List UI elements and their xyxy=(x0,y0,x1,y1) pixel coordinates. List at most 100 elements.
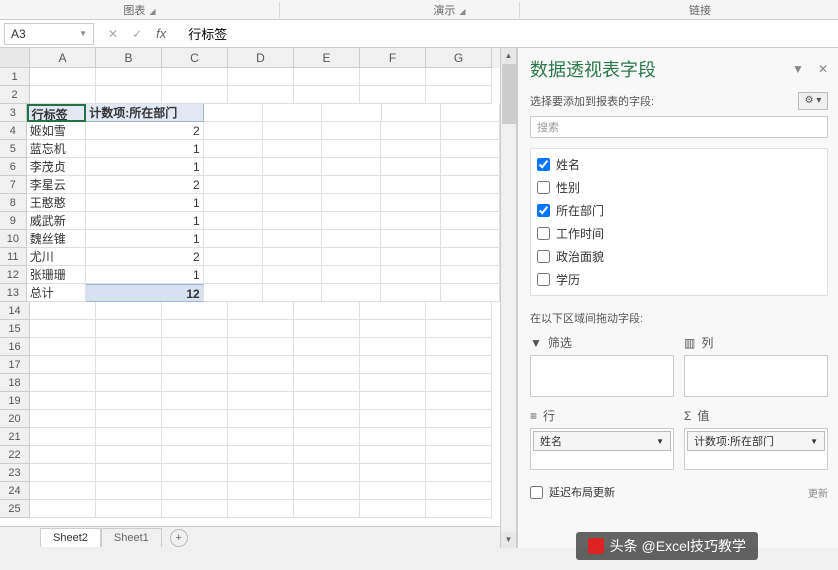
worksheet-grid[interactable]: A B C D E F G 123行标签▾计数项:所在部门4姬如雪25蓝忘机16… xyxy=(0,48,500,548)
cell[interactable] xyxy=(322,284,381,302)
cell[interactable] xyxy=(381,158,440,176)
cell[interactable] xyxy=(228,464,294,482)
field-item[interactable]: 姓名 xyxy=(535,153,823,176)
cell[interactable] xyxy=(360,482,426,500)
cell[interactable] xyxy=(381,230,440,248)
cell[interactable] xyxy=(96,338,162,356)
cell[interactable] xyxy=(294,338,360,356)
col-header-F[interactable]: F xyxy=(360,48,426,68)
cell[interactable] xyxy=(96,302,162,320)
name-box[interactable]: A3▼ xyxy=(4,23,94,45)
pivot-row-label[interactable]: 李茂贞 xyxy=(27,158,86,176)
col-header-E[interactable]: E xyxy=(294,48,360,68)
row-header[interactable]: 19 xyxy=(0,392,30,410)
pivot-total-value[interactable]: 12 xyxy=(86,284,204,302)
scroll-up-icon[interactable]: ▲ xyxy=(501,48,516,64)
cell[interactable] xyxy=(426,302,492,320)
cell[interactable] xyxy=(30,482,96,500)
cell[interactable] xyxy=(162,482,228,500)
cell[interactable] xyxy=(96,410,162,428)
row-header[interactable]: 20 xyxy=(0,410,30,428)
cell[interactable] xyxy=(294,392,360,410)
cell[interactable] xyxy=(441,122,500,140)
pivot-row-label[interactable]: 姬如雪 xyxy=(27,122,86,140)
cell[interactable] xyxy=(30,464,96,482)
pivot-row-value[interactable]: 1 xyxy=(86,266,204,284)
row-header[interactable]: 8 xyxy=(0,194,27,212)
row-header[interactable]: 23 xyxy=(0,464,30,482)
filter-drop-area[interactable] xyxy=(530,355,674,397)
cell[interactable] xyxy=(30,392,96,410)
row-header[interactable]: 14 xyxy=(0,302,30,320)
cell[interactable] xyxy=(228,68,294,86)
row-header[interactable]: 4 xyxy=(0,122,27,140)
cell[interactable] xyxy=(322,176,381,194)
cell[interactable] xyxy=(360,392,426,410)
cell[interactable] xyxy=(381,176,440,194)
cell[interactable] xyxy=(382,104,441,122)
row-header[interactable]: 5 xyxy=(0,140,27,158)
cell[interactable] xyxy=(294,68,360,86)
field-item[interactable]: 学历 xyxy=(535,268,823,291)
cell[interactable] xyxy=(426,410,492,428)
row-header[interactable]: 9 xyxy=(0,212,27,230)
col-header-D[interactable]: D xyxy=(228,48,294,68)
pivot-row-label[interactable]: 尤川 xyxy=(27,248,86,266)
cell[interactable] xyxy=(204,284,263,302)
pane-menu-icon[interactable]: ▼ xyxy=(792,62,804,76)
cell[interactable] xyxy=(360,320,426,338)
field-checkbox[interactable] xyxy=(537,250,550,263)
cell[interactable] xyxy=(162,86,228,104)
cell[interactable] xyxy=(162,410,228,428)
cell[interactable] xyxy=(162,68,228,86)
cell[interactable] xyxy=(360,68,426,86)
defer-layout-checkbox[interactable]: 延迟布局更新 xyxy=(530,484,615,500)
row-area-item[interactable]: 姓名▼ xyxy=(533,431,671,451)
field-item[interactable]: 所在部门 xyxy=(535,199,823,222)
cell[interactable] xyxy=(204,158,263,176)
cell[interactable] xyxy=(426,500,492,518)
cell[interactable] xyxy=(263,212,322,230)
cell[interactable] xyxy=(441,284,500,302)
cell[interactable] xyxy=(263,104,322,122)
cell[interactable] xyxy=(381,284,440,302)
cell[interactable] xyxy=(96,392,162,410)
cell[interactable] xyxy=(294,302,360,320)
cell[interactable] xyxy=(263,158,322,176)
expand-icon[interactable]: ◢ xyxy=(459,7,465,16)
row-header[interactable]: 7 xyxy=(0,176,27,194)
vertical-scrollbar[interactable]: ▲ ▼ xyxy=(500,48,516,548)
field-checkbox[interactable] xyxy=(537,273,550,286)
pivot-row-value[interactable]: 2 xyxy=(86,122,204,140)
row-header[interactable]: 25 xyxy=(0,500,30,518)
cell[interactable] xyxy=(294,500,360,518)
values-drop-area[interactable]: 计数项:所在部门▼ xyxy=(684,428,828,470)
cell[interactable] xyxy=(96,482,162,500)
cell[interactable] xyxy=(322,194,381,212)
cell[interactable] xyxy=(381,122,440,140)
cell[interactable] xyxy=(360,374,426,392)
cell[interactable] xyxy=(228,338,294,356)
cell[interactable] xyxy=(96,356,162,374)
pivot-row-label[interactable]: 王憨憨 xyxy=(27,194,86,212)
row-header[interactable]: 18 xyxy=(0,374,30,392)
cell[interactable] xyxy=(294,86,360,104)
cell[interactable] xyxy=(322,104,381,122)
cell[interactable] xyxy=(96,428,162,446)
row-header[interactable]: 16 xyxy=(0,338,30,356)
cell[interactable] xyxy=(360,428,426,446)
formula-input[interactable] xyxy=(184,26,838,41)
cell[interactable] xyxy=(162,428,228,446)
cell[interactable] xyxy=(96,374,162,392)
cell[interactable] xyxy=(30,68,96,86)
field-checkbox[interactable] xyxy=(537,227,550,240)
cell[interactable] xyxy=(228,320,294,338)
pivot-row-label[interactable]: 魏丝锥 xyxy=(27,230,86,248)
row-header[interactable]: 6 xyxy=(0,158,27,176)
field-checkbox[interactable] xyxy=(537,204,550,217)
fx-icon[interactable]: fx xyxy=(156,26,166,41)
cell[interactable] xyxy=(30,338,96,356)
cell[interactable] xyxy=(96,320,162,338)
cell[interactable] xyxy=(426,464,492,482)
cell[interactable] xyxy=(96,464,162,482)
